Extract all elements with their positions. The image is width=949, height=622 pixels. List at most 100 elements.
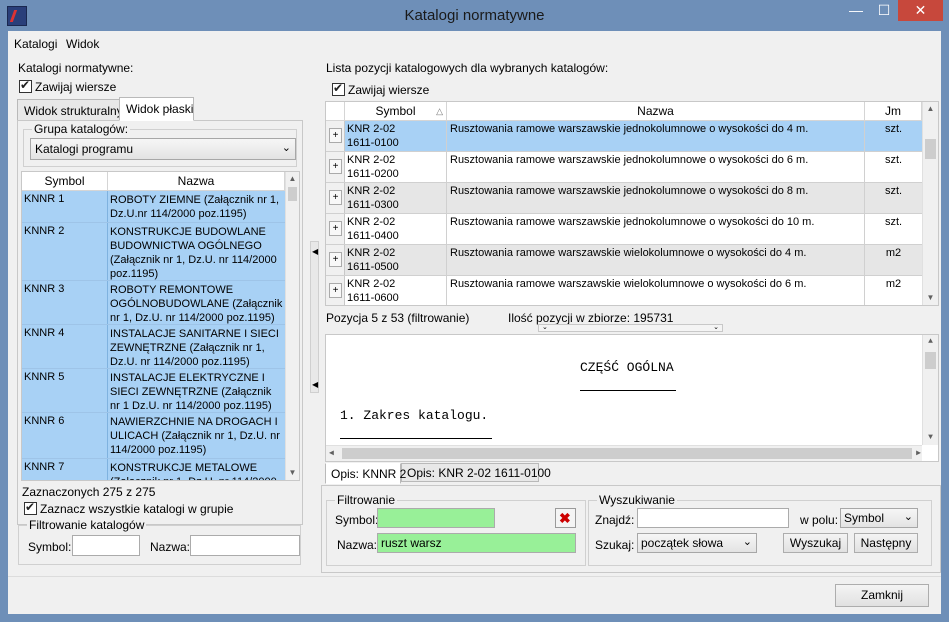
catalog-row[interactable]: KNNR 4 INSTALACJE SANITARNE I SIECI ZEWN…	[22, 325, 285, 369]
expand-plus-icon[interactable]: +	[329, 190, 342, 205]
scroll-up-icon[interactable]: ▲	[923, 335, 938, 349]
find-input[interactable]	[637, 508, 789, 528]
position-name: Rusztowania ramowe warszawskie jednokolu…	[447, 121, 865, 151]
catalog-row[interactable]: KNNR 1 ROBOTY ZIEMNE (Załącznik nr 1, Dz…	[22, 191, 285, 223]
horizontal-splitter[interactable]: ⌄ ⌄	[538, 324, 723, 332]
scroll-down-icon[interactable]: ▼	[923, 431, 938, 445]
position-unit: m2	[865, 245, 922, 275]
tab-description-position[interactable]: Opis: KNR 2-02 1611-0100	[401, 463, 551, 482]
positions-col-symbol[interactable]: Symbol △	[345, 102, 447, 121]
catalog-row-name: KONSTRUKCJE METALOWE (Załącznik nr 1, Dz…	[108, 459, 285, 480]
expand-plus-icon[interactable]: +	[329, 252, 342, 267]
scroll-left-icon[interactable]: ◀	[329, 448, 334, 458]
positions-col-symbol-label: Symbol	[375, 104, 416, 118]
close-button[interactable]: Zamknij	[835, 584, 929, 607]
scroll-up-icon[interactable]: ▲	[286, 172, 299, 186]
selected-count: Zaznaczonych 275 z 275	[22, 485, 156, 499]
position-unit: m2	[885, 278, 902, 290]
wrap-rows-checkbox-left[interactable]	[19, 78, 32, 93]
menu-katalogi[interactable]: Katalogi	[14, 37, 57, 51]
positions-col-jm[interactable]: Jm	[865, 102, 922, 121]
doc-heading: CZĘŚĆ OGÓLNA	[580, 360, 674, 375]
position-unit: szt.	[865, 183, 922, 213]
filter-name-input[interactable]: ruszt warsz	[377, 533, 576, 553]
position-symbol-number: 1611-0300	[347, 199, 399, 211]
splitter-left-arrow-icon[interactable]: ◀	[312, 247, 318, 256]
tab-description-catalog[interactable]: Opis: KNNR 2	[325, 463, 406, 484]
catalog-row[interactable]: KNNR 5 INSTALACJE ELEKTRYCZNE I SIECI ZE…	[22, 369, 285, 413]
catalog-row-name: NAWIERZCHNIE NA DROGACH I ULICACH (Załąc…	[108, 413, 285, 458]
positions-scrollbar[interactable]: ▲ ▼	[922, 102, 938, 305]
scroll-thumb[interactable]	[925, 352, 936, 369]
catalog-table: Symbol Nazwa KNNR 1 ROBOTY ZIEMNE (Załąc…	[21, 171, 300, 481]
position-symbol-catalog: KNR 2-02	[347, 278, 396, 290]
catalog-filter-symbol-input[interactable]	[72, 535, 140, 556]
position-name: Rusztowania ramowe warszawskie jednokolu…	[447, 183, 865, 213]
catalog-row[interactable]: KNNR 6 NAWIERZCHNIE NA DROGACH I ULICACH…	[22, 413, 285, 459]
select-all-checkbox[interactable]	[24, 500, 37, 515]
chevron-down-icon: ⌄	[281, 142, 291, 154]
scroll-thumb[interactable]	[288, 187, 297, 201]
catalog-row[interactable]: KNNR 3 ROBOTY REMONTOWE OGÓLNOBUDOWLANE …	[22, 281, 285, 325]
position-symbol: KNR 2-02 1611-0200	[345, 152, 447, 182]
position-row[interactable]: + KNR 2-02 1611-0100 Rusztowania ramowe w…	[326, 121, 922, 152]
pane-splitter[interactable]: ◀ ◀	[310, 241, 319, 393]
find-label: Znajdź:	[595, 513, 635, 527]
next-button[interactable]: Następny	[854, 533, 918, 553]
position-name: Rusztowania ramowe warszawskie jednokolu…	[447, 152, 865, 182]
position-row[interactable]: + KNR 2-02 1611-0500 Rusztowania ramowe w…	[326, 245, 922, 276]
position-symbol-number: 1611-0600	[347, 292, 399, 304]
splitter-down-arrow-icon-right[interactable]: ⌄	[713, 324, 719, 331]
position-symbol-catalog: KNR 2-02	[347, 154, 396, 166]
catalog-scrollbar[interactable]: ▲ ▼	[285, 172, 299, 480]
chevron-down-icon: ⌄	[903, 511, 913, 523]
tab-flat-view[interactable]: Widok płaski	[119, 97, 194, 121]
position-status: Pozycja 5 z 53 (filtrowanie)	[326, 311, 470, 325]
in-field-select[interactable]: Symbol ⌄	[840, 508, 918, 528]
expand-plus-icon[interactable]: +	[329, 221, 342, 236]
catalog-row[interactable]: KNNR 7 KONSTRUKCJE METALOWE (Załącznik n…	[22, 459, 285, 480]
close-window-button[interactable]: ✕	[898, 0, 943, 21]
catalog-row[interactable]: KNNR 2 KONSTRUKCJE BUDOWLANE BUDOWNICTWA…	[22, 223, 285, 281]
tab-structural-view[interactable]: Widok strukturalny	[17, 99, 123, 121]
scroll-right-icon[interactable]: ▶	[916, 448, 921, 458]
position-symbol-number: 1611-0400	[347, 230, 399, 242]
wrap-rows-checkbox-right[interactable]	[332, 81, 345, 96]
clear-filter-button[interactable]: ✖	[555, 508, 576, 528]
expand-plus-icon[interactable]: +	[329, 283, 342, 298]
hscroll-thumb[interactable]	[342, 448, 912, 459]
wrap-rows-label-right: Zawijaj wiersze	[348, 83, 430, 97]
scroll-down-icon[interactable]: ▼	[286, 466, 299, 480]
description-hscrollbar[interactable]: ◀ ▶	[326, 445, 922, 461]
minimize-button[interactable]: —	[842, 0, 870, 21]
description-vscrollbar[interactable]: ▲ ▼	[922, 335, 938, 445]
position-row[interactable]: + KNR 2-02 1611-0300 Rusztowania ramowe w…	[326, 183, 922, 214]
scroll-down-icon[interactable]: ▼	[923, 291, 938, 305]
position-symbol-number: 1611-0100	[347, 137, 399, 149]
catalog-col-name[interactable]: Nazwa	[108, 172, 285, 191]
position-symbol-catalog: KNR 2-02	[347, 216, 396, 228]
scroll-thumb[interactable]	[925, 139, 936, 159]
search-button[interactable]: Wyszukaj	[783, 533, 848, 553]
position-row[interactable]: + KNR 2-02 1611-0200 Rusztowania ramowe w…	[326, 152, 922, 183]
catalogs-section-label: Katalogi normatywne:	[18, 61, 134, 75]
position-row[interactable]: + KNR 2-02 1611-0600 Rusztowania ramowe w…	[326, 276, 922, 305]
search-mode-select[interactable]: początek słowa ⌄	[637, 533, 757, 553]
catalog-group-select[interactable]: Katalogi programu ⌄	[30, 138, 296, 160]
flat-view-panel: Grupa katalogów: Katalogi programu ⌄ Sym…	[17, 120, 303, 525]
position-name: Rusztowania ramowe warszawskie wielokolu…	[447, 276, 865, 305]
splitter-left-arrow-icon-bottom[interactable]: ◀	[312, 380, 318, 389]
positions-col-name[interactable]: Nazwa	[447, 102, 865, 121]
expand-plus-icon[interactable]: +	[329, 159, 342, 174]
scroll-up-icon[interactable]: ▲	[923, 102, 938, 116]
catalog-col-symbol[interactable]: Symbol	[22, 172, 108, 191]
maximize-button[interactable]: ☐	[870, 0, 898, 21]
position-symbol-catalog: KNR 2-02	[347, 123, 396, 135]
catalog-filter-name-input[interactable]	[190, 535, 300, 556]
expand-plus-icon[interactable]: +	[329, 128, 342, 143]
menu-widok[interactable]: Widok	[66, 37, 99, 51]
position-row[interactable]: + KNR 2-02 1611-0400 Rusztowania ramowe w…	[326, 214, 922, 245]
splitter-down-arrow-icon[interactable]: ⌄	[542, 324, 548, 331]
filter-symbol-input[interactable]	[377, 508, 495, 528]
positions-section-label: Lista pozycji katalogowych dla wybranych…	[326, 61, 609, 75]
